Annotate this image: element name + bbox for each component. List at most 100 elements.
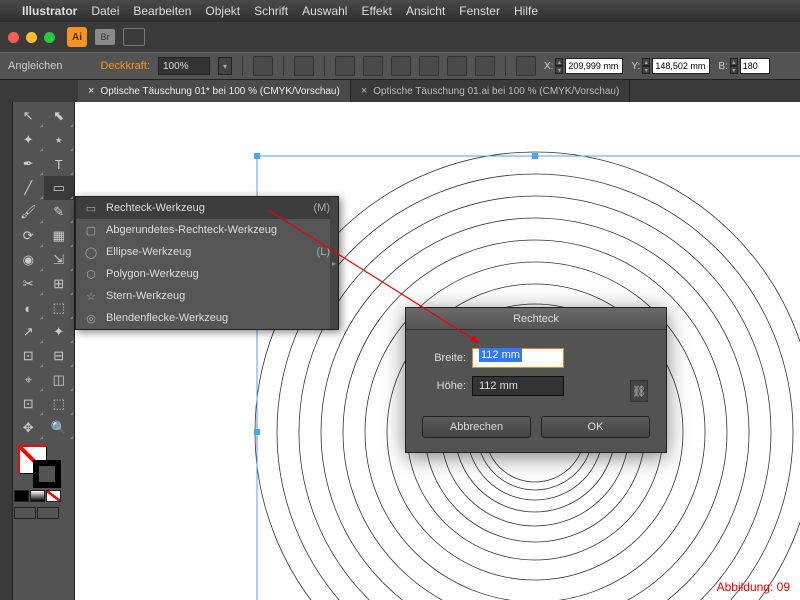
menu-item[interactable]: Fenster xyxy=(459,4,500,18)
align-right-icon[interactable] xyxy=(391,56,411,76)
align-left-icon[interactable] xyxy=(335,56,355,76)
tool[interactable]: ⬚ xyxy=(44,392,75,416)
macos-menubar: Illustrator Datei Bearbeiten Objekt Schr… xyxy=(0,0,800,22)
minimize-icon[interactable] xyxy=(26,32,37,43)
b-input[interactable] xyxy=(740,58,770,74)
flyout-label: Rechteck-Werkzeug xyxy=(106,202,306,214)
height-label: Höhe: xyxy=(422,380,466,392)
menu-app[interactable]: Illustrator xyxy=(22,4,77,18)
swatch[interactable] xyxy=(30,490,45,502)
dialog-title: Rechteck xyxy=(406,308,666,330)
menu-item[interactable]: Effekt xyxy=(361,4,391,18)
stroke-swatch[interactable] xyxy=(33,460,61,488)
width-label: Breite: xyxy=(422,352,466,364)
tool[interactable]: ⟳ xyxy=(13,224,44,248)
style-icon[interactable] xyxy=(253,56,273,76)
align-label: Angleichen xyxy=(8,60,62,72)
shape-icon: ◎ xyxy=(84,312,98,325)
menu-item[interactable]: Bearbeiten xyxy=(133,4,191,18)
tool[interactable]: 🔍 xyxy=(44,416,75,440)
tool[interactable]: 🖌 xyxy=(13,200,44,224)
align-hcenter-icon[interactable] xyxy=(363,56,383,76)
flyout-item[interactable]: ▢ Abgerundetes-Rechteck-Werkzeug xyxy=(76,219,338,241)
menu-item[interactable]: Auswahl xyxy=(302,4,347,18)
tab-inactive[interactable]: × Optische Täuschung 01.ai bei 100 % (CM… xyxy=(351,80,631,102)
tool[interactable]: ⊡ xyxy=(13,344,44,368)
tool[interactable]: ⭑ xyxy=(44,128,75,152)
screen-mode-icon[interactable] xyxy=(14,507,36,519)
cancel-button[interactable]: Abbrechen xyxy=(422,416,531,438)
close-tab-icon[interactable]: × xyxy=(361,85,367,97)
y-input[interactable] xyxy=(652,58,710,74)
tool[interactable]: ✥ xyxy=(13,416,44,440)
tool[interactable]: ◐ xyxy=(13,296,44,320)
tool[interactable]: ✎ xyxy=(44,200,75,224)
tool[interactable]: ▭ xyxy=(44,176,75,200)
tool[interactable]: ↗ xyxy=(13,320,44,344)
tearoff-handle[interactable]: ▸ xyxy=(330,197,338,329)
flyout-item[interactable]: ☆Stern-Werkzeug xyxy=(76,285,338,307)
tool[interactable]: ⌖ xyxy=(13,368,44,392)
opacity-dropdown[interactable]: ▾ xyxy=(218,57,232,75)
tool[interactable]: ⇲ xyxy=(44,248,75,272)
flyout-item[interactable]: ▭ Rechteck-Werkzeug (M) xyxy=(76,197,338,219)
bridge-icon[interactable]: Br xyxy=(95,29,115,45)
swatch-none[interactable] xyxy=(46,490,61,502)
shape-icon: ▢ xyxy=(84,224,98,237)
transform-icon[interactable] xyxy=(516,56,536,76)
menu-item[interactable]: Hilfe xyxy=(514,4,538,18)
height-input[interactable] xyxy=(472,376,564,396)
align-top-icon[interactable] xyxy=(419,56,439,76)
toolbox: ↖⬉✦⭑✒T╱▭🖌✎⟳▦◉⇲✂⊞◐⬚↗✦⊡⊟⌖◫⊡⬚✥🔍 xyxy=(13,102,75,600)
window-titlebar: Ai Br xyxy=(0,22,800,52)
tool[interactable]: ▦ xyxy=(44,224,75,248)
tool[interactable]: ⊟ xyxy=(44,344,75,368)
tool[interactable]: ✦ xyxy=(44,320,75,344)
swatch[interactable] xyxy=(14,490,29,502)
tab-label: Optische Täuschung 01.ai bei 100 % (CMYK… xyxy=(373,86,619,97)
align-bottom-icon[interactable] xyxy=(475,56,495,76)
window-controls xyxy=(8,32,55,43)
tool[interactable]: ◫ xyxy=(44,368,75,392)
tool[interactable]: T xyxy=(44,152,75,176)
tab-active[interactable]: × Optische Täuschung 01* bei 100 % (CMYK… xyxy=(78,80,351,102)
fill-stroke-indicator[interactable] xyxy=(13,444,74,488)
ok-button[interactable]: OK xyxy=(541,416,650,438)
menu-item[interactable]: Schrift xyxy=(254,4,288,18)
shape-icon: ▭ xyxy=(84,202,98,215)
close-tab-icon[interactable]: × xyxy=(88,85,94,97)
menu-item[interactable]: Ansicht xyxy=(406,4,445,18)
arrange-documents-icon[interactable] xyxy=(123,28,145,46)
close-icon[interactable] xyxy=(8,32,19,43)
tool[interactable]: ✂ xyxy=(13,272,44,296)
tool[interactable]: ⬚ xyxy=(44,296,75,320)
screen-mode-icon[interactable] xyxy=(37,507,59,519)
flyout-item[interactable]: ◎ Blendenflecke-Werkzeug xyxy=(76,307,338,329)
tool[interactable]: ↖ xyxy=(13,104,44,128)
link-icon[interactable]: ⛓ xyxy=(630,380,648,402)
tool[interactable]: ◉ xyxy=(13,248,44,272)
width-input[interactable]: 112 mm xyxy=(472,348,564,368)
flyout-label: Blendenflecke-Werkzeug xyxy=(106,312,322,324)
opacity-input[interactable] xyxy=(158,57,210,75)
options-bar: Angleichen Deckkraft: ▾ X: ▴▾ Y: ▴▾ B: ▴… xyxy=(0,52,800,80)
y-label: Y: xyxy=(631,61,640,72)
flyout-item[interactable]: ⬡Polygon-Werkzeug xyxy=(76,263,338,285)
menu-item[interactable]: Objekt xyxy=(205,4,240,18)
tool[interactable]: ⬉ xyxy=(44,104,75,128)
flyout-shortcut: (M) xyxy=(314,202,331,214)
flyout-label: Abgerundetes-Rechteck-Werkzeug xyxy=(106,224,322,236)
tool[interactable]: ✦ xyxy=(13,128,44,152)
tool[interactable]: ✒ xyxy=(13,152,44,176)
flyout-item[interactable]: ◯Ellipse-Werkzeug(L) xyxy=(76,241,338,263)
flyout-label: Polygon-Werkzeug xyxy=(106,268,322,280)
align-vcenter-icon[interactable] xyxy=(447,56,467,76)
maximize-icon[interactable] xyxy=(44,32,55,43)
tool[interactable]: ⊞ xyxy=(44,272,75,296)
recolor-icon[interactable] xyxy=(294,56,314,76)
opacity-label: Deckkraft: xyxy=(100,60,150,72)
menu-item[interactable]: Datei xyxy=(91,4,119,18)
x-input[interactable] xyxy=(565,58,623,74)
tool[interactable]: ⊡ xyxy=(13,392,44,416)
tool[interactable]: ╱ xyxy=(13,176,44,200)
